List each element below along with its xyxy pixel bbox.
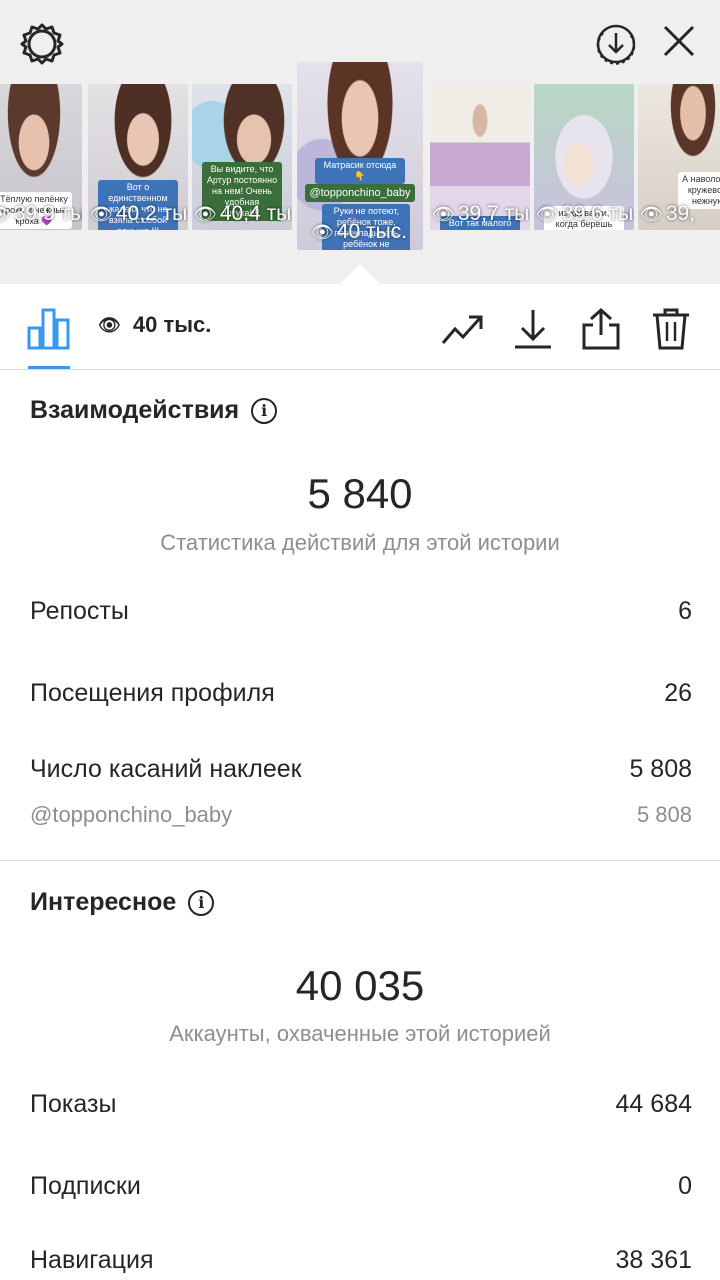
interactions-subtitle: Статистика действий для этой истории: [160, 530, 560, 555]
views-total-value: 40 тыс.: [132, 312, 212, 337]
eye-icon: 👁: [311, 221, 334, 242]
story-thumbnail[interactable]: Вот о единственном жалею, что не взяла с…: [88, 84, 188, 230]
close-icon: [663, 25, 695, 57]
story-views: 👁 39,: [640, 202, 696, 225]
stat-row-navigation: Навигация 38 361: [30, 1246, 692, 1275]
stat-label: Репосты: [30, 597, 129, 625]
stat-value: 44 684: [615, 1090, 692, 1118]
story-views: 👁 39,7 ты: [432, 202, 530, 225]
story-thumbnail[interactable]: Вот так малого удобно 👁39,7 ты: [430, 84, 530, 230]
eye-icon: 👁: [90, 203, 113, 224]
stat-value: 26: [664, 679, 692, 707]
download-icon: [515, 310, 551, 349]
stat-row-impressions: Показы 44 684: [30, 1090, 692, 1119]
download-circle-icon: [596, 24, 636, 65]
story-thumbnail[interactable]: Вы видите, что Артур постоянно на нем! О…: [192, 84, 292, 230]
trending-up-icon: [441, 315, 483, 344]
story-views: 👁 40,4 ты: [194, 202, 292, 225]
promote-button[interactable]: [440, 306, 486, 352]
stat-label: @topponchino_baby: [30, 802, 233, 827]
stories-preview-area: Тёплую пелёнку крохе и нежные кроха 💜 👁3…: [0, 0, 720, 284]
story-thumbnail-selected[interactable]: Матрасик отсюда👇 @topponchino_baby Руки …: [297, 62, 423, 250]
info-icon[interactable]: i: [251, 397, 278, 424]
views-total: 👁 40 тыс.: [98, 312, 211, 338]
info-icon[interactable]: i: [188, 889, 215, 916]
delete-button[interactable]: [648, 306, 694, 352]
stat-value: 38 361: [615, 1246, 692, 1274]
stat-value: 0: [678, 1172, 692, 1200]
story-views: 👁 40,2 ты: [90, 202, 188, 225]
stat-label: Посещения профиля: [30, 679, 275, 707]
stat-row-reposts: Репосты 6: [30, 597, 692, 626]
stat-row-follows: Подписки 0: [30, 1172, 692, 1201]
section-heading: Взаимодействия: [30, 396, 240, 424]
insights-toolbar: 👁 40 тыс.: [0, 284, 720, 370]
gear-icon: [20, 23, 64, 65]
discovery-section-title: Интересное i: [30, 888, 215, 917]
discovery-total: 40 035: [295, 962, 425, 1009]
story-views: 👁39,9 ты: [0, 202, 82, 226]
eye-icon: 👁: [0, 204, 11, 225]
interactions-total: 5 840: [307, 470, 413, 517]
stat-label: Подписки: [30, 1172, 141, 1200]
stat-value: 5 808: [636, 802, 692, 827]
stat-label: Число касаний наклеек: [30, 755, 302, 783]
story-views: 👁 40 тыс.: [311, 220, 408, 243]
eye-icon: 👁: [98, 314, 121, 335]
download-button[interactable]: [510, 306, 556, 352]
stat-row-sticker-taps: Число касаний наклеек 5 808: [30, 755, 692, 784]
section-heading: Интересное: [30, 888, 177, 916]
story-caption: Матрасик отсюда👇: [314, 158, 406, 184]
interactions-section-title: Взаимодействия i: [30, 396, 278, 425]
stat-row-profile-visits: Посещения профиля 26: [30, 679, 692, 708]
stat-label: Показы: [30, 1090, 117, 1118]
story-views: 👁 39,6 ты: [536, 202, 634, 225]
trash-icon: [653, 308, 689, 350]
selection-pointer: [340, 264, 380, 284]
eye-icon: 👁: [536, 203, 559, 224]
eye-icon: 👁: [640, 203, 663, 224]
insights-tab[interactable]: [26, 304, 72, 350]
stat-row-sticker-mention: @topponchino_baby 5 808: [30, 802, 692, 828]
story-mention: @topponchino_baby: [304, 184, 416, 202]
stat-label: Навигация: [30, 1246, 154, 1274]
share-button[interactable]: [578, 306, 624, 352]
story-thumbnail-strip[interactable]: Тёплую пелёнку крохе и нежные кроха 💜 👁3…: [0, 62, 720, 262]
share-icon: [582, 307, 620, 350]
discovery-subtitle: Аккаунты, охваченные этой историей: [169, 1021, 551, 1046]
close-button[interactable]: [656, 18, 702, 64]
stat-value: 5 808: [629, 755, 692, 783]
story-thumbnail[interactable]: А наволочки кружевом нежную 👁39,: [638, 84, 720, 230]
bar-chart-icon: [27, 308, 70, 350]
story-thumbnail[interactable]: из кроватки, когда берешь ребёнка 👁39,6 …: [534, 84, 634, 230]
settings-button[interactable]: [18, 20, 66, 68]
eye-icon: 👁: [194, 203, 217, 224]
eye-icon: 👁: [432, 203, 455, 224]
active-tab-indicator: [28, 366, 70, 369]
section-divider: [0, 860, 720, 861]
story-thumbnail[interactable]: Тёплую пелёнку крохе и нежные кроха 💜 👁3…: [0, 84, 82, 230]
stat-value: 6: [678, 597, 692, 625]
